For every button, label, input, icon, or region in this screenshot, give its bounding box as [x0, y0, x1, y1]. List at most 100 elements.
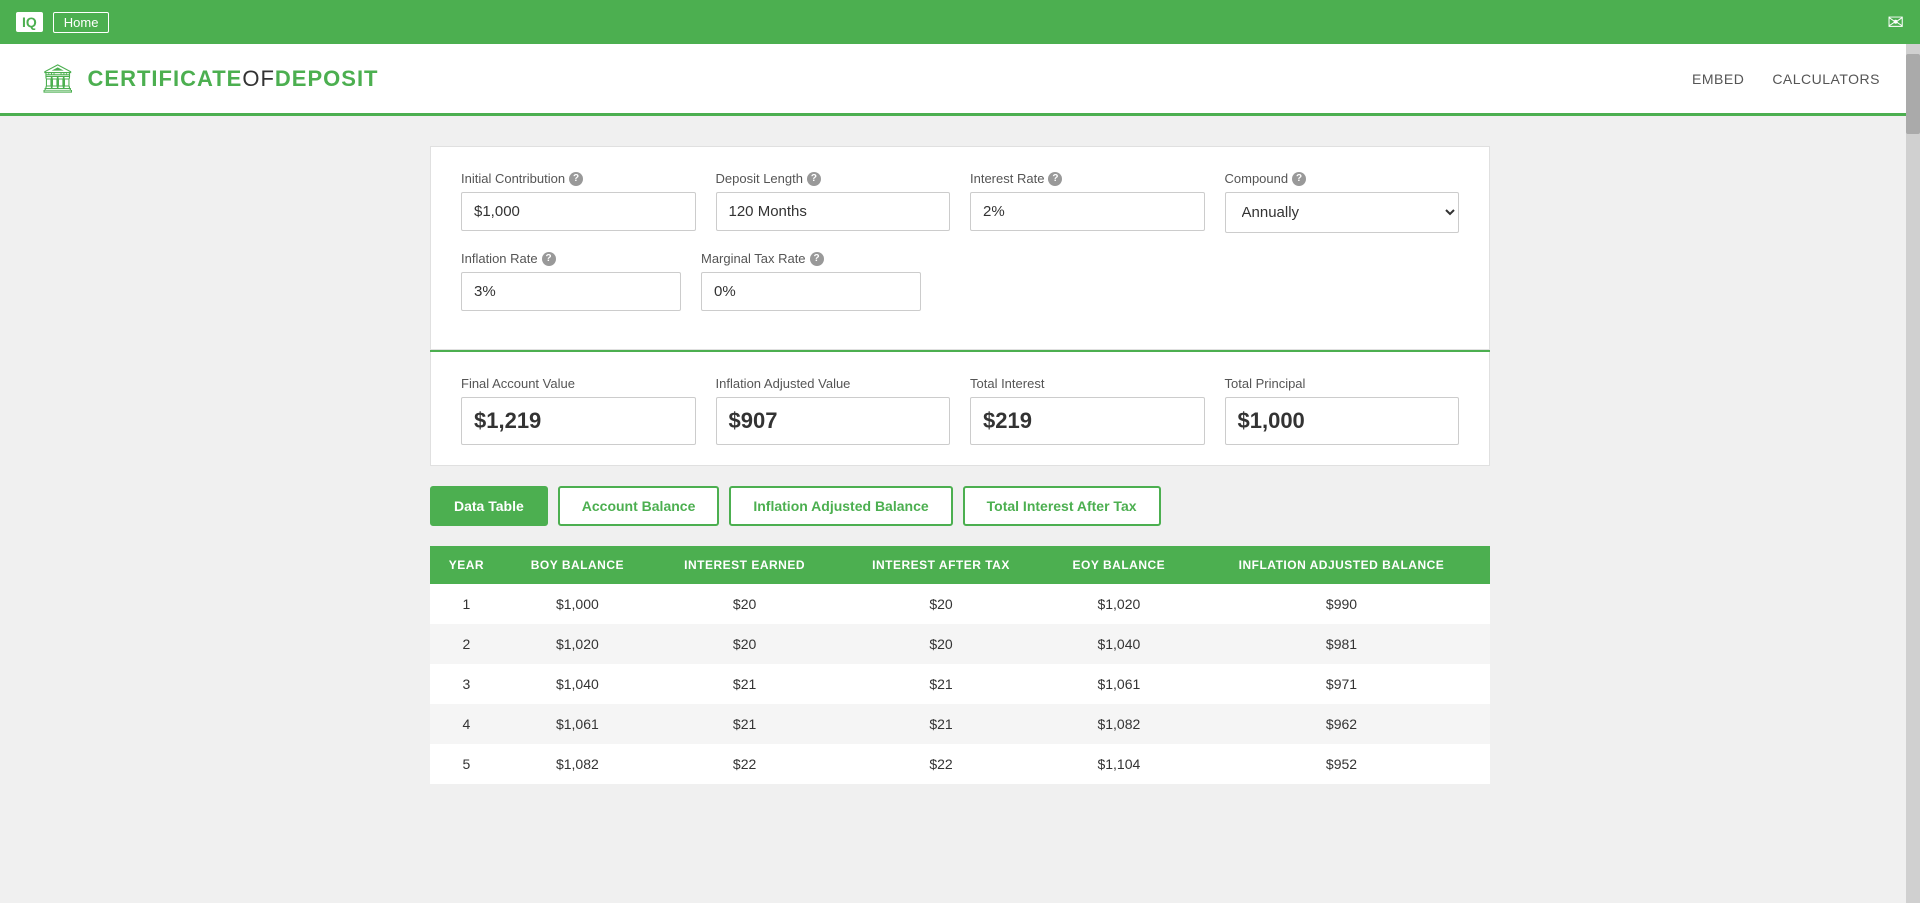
inflation-rate-input[interactable]: [461, 272, 681, 311]
results-section: Final Account Value $1,219 Inflation Adj…: [430, 352, 1490, 466]
compound-label: Compound ?: [1225, 171, 1460, 186]
interest-rate-label: Interest Rate ?: [970, 171, 1205, 186]
col-eoy-balance: EOY BALANCE: [1045, 546, 1193, 584]
table-cell: $1,040: [1045, 624, 1193, 664]
initial-contribution-label: Initial Contribution ?: [461, 171, 696, 186]
total-principal-group: Total Principal $1,000: [1225, 376, 1460, 445]
deposit-length-help[interactable]: ?: [807, 172, 821, 186]
table-cell: $990: [1193, 584, 1490, 624]
total-interest-after-tax-button[interactable]: Total Interest After Tax: [963, 486, 1161, 526]
table-cell: $20: [652, 624, 837, 664]
table-cell: $21: [837, 664, 1045, 704]
initial-contribution-input[interactable]: [461, 192, 696, 231]
table-cell: $1,061: [503, 704, 652, 744]
home-button[interactable]: Home: [53, 12, 110, 33]
table-cell: $1,040: [503, 664, 652, 704]
compound-select[interactable]: Daily Monthly Quarterly Semi-Annually An…: [1225, 192, 1460, 233]
marginal-tax-rate-help[interactable]: ?: [810, 252, 824, 266]
marginal-tax-rate-label: Marginal Tax Rate ?: [701, 251, 921, 266]
table-cell: 5: [430, 744, 503, 784]
inflation-rate-label: Inflation Rate ?: [461, 251, 681, 266]
data-table: YEAR BOY BALANCE INTEREST EARNED INTERES…: [430, 546, 1490, 784]
table-row: 3$1,040$21$21$1,061$971: [430, 664, 1490, 704]
total-interest-group: Total Interest $219: [970, 376, 1205, 445]
total-principal-label: Total Principal: [1225, 376, 1460, 391]
input-row-1: Initial Contribution ? Deposit Length ? …: [461, 171, 1459, 233]
topbar: IQ Home ✉: [0, 0, 1920, 44]
col-inflation-adjusted-balance: INFLATION ADJUSTED BALANCE: [1193, 546, 1490, 584]
table-row: 4$1,061$21$21$1,082$962: [430, 704, 1490, 744]
table-cell: $22: [652, 744, 837, 784]
table-cell: $22: [837, 744, 1045, 784]
input-section: Initial Contribution ? Deposit Length ? …: [430, 146, 1490, 350]
table-cell: 4: [430, 704, 503, 744]
inflation-adjusted-value-group: Inflation Adjusted Value $907: [716, 376, 951, 445]
table-body: 1$1,000$20$20$1,020$9902$1,020$20$20$1,0…: [430, 584, 1490, 784]
final-account-value-label: Final Account Value: [461, 376, 696, 391]
inflation-adjusted-value-label: Inflation Adjusted Value: [716, 376, 951, 391]
header-nav: EMBED CALCULATORS: [1692, 71, 1880, 87]
total-principal: $1,000: [1225, 397, 1460, 445]
table-cell: $1,000: [503, 584, 652, 624]
logo-text: CERTIFICATEOFDEPOSIT: [88, 66, 379, 92]
compound-help[interactable]: ?: [1292, 172, 1306, 186]
interest-rate-input[interactable]: [970, 192, 1205, 231]
table-row: 1$1,000$20$20$1,020$990: [430, 584, 1490, 624]
table-row: 2$1,020$20$20$1,040$981: [430, 624, 1490, 664]
table-header-row: YEAR BOY BALANCE INTEREST EARNED INTERES…: [430, 546, 1490, 584]
total-interest-label: Total Interest: [970, 376, 1205, 391]
data-table-button[interactable]: Data Table: [430, 486, 548, 526]
table-header: YEAR BOY BALANCE INTEREST EARNED INTERES…: [430, 546, 1490, 584]
scrollbar-thumb[interactable]: [1906, 54, 1920, 134]
initial-contribution-help[interactable]: ?: [569, 172, 583, 186]
table-cell: 2: [430, 624, 503, 664]
table-cell: $20: [837, 584, 1045, 624]
compound-group: Compound ? Daily Monthly Quarterly Semi-…: [1225, 171, 1460, 233]
topbar-left: IQ Home: [16, 12, 109, 33]
calculators-link[interactable]: CALCULATORS: [1772, 71, 1880, 87]
inflation-adjusted-balance-button[interactable]: Inflation Adjusted Balance: [729, 486, 952, 526]
results-row: Final Account Value $1,219 Inflation Adj…: [461, 376, 1459, 445]
embed-link[interactable]: EMBED: [1692, 71, 1744, 87]
table-cell: $1,082: [1045, 704, 1193, 744]
header: 🏛 CERTIFICATEOFDEPOSIT EMBED CALCULATORS: [0, 44, 1920, 116]
table-cell: $1,020: [503, 624, 652, 664]
inflation-rate-group: Inflation Rate ?: [461, 251, 681, 311]
iq-logo: IQ: [16, 12, 43, 32]
input-row-2: Inflation Rate ? Marginal Tax Rate ?: [461, 251, 1459, 311]
chart-buttons: Data Table Account Balance Inflation Adj…: [430, 486, 1490, 526]
deposit-length-input[interactable]: [716, 192, 951, 231]
table-cell: $20: [837, 624, 1045, 664]
scrollbar[interactable]: [1906, 44, 1920, 903]
account-balance-button[interactable]: Account Balance: [558, 486, 720, 526]
table-cell: $20: [652, 584, 837, 624]
table-cell: $962: [1193, 704, 1490, 744]
initial-contribution-group: Initial Contribution ?: [461, 171, 696, 233]
bank-icon: 🏛: [40, 62, 76, 95]
table-cell: $1,082: [503, 744, 652, 784]
table-cell: $981: [1193, 624, 1490, 664]
interest-rate-help[interactable]: ?: [1048, 172, 1062, 186]
marginal-tax-rate-group: Marginal Tax Rate ?: [701, 251, 921, 311]
table-row: 5$1,082$22$22$1,104$952: [430, 744, 1490, 784]
deposit-length-group: Deposit Length ?: [716, 171, 951, 233]
final-account-value-group: Final Account Value $1,219: [461, 376, 696, 445]
table-cell: $21: [652, 664, 837, 704]
table-cell: 3: [430, 664, 503, 704]
table-cell: $971: [1193, 664, 1490, 704]
col-interest-earned: INTEREST EARNED: [652, 546, 837, 584]
interest-rate-group: Interest Rate ?: [970, 171, 1205, 233]
table-cell: $21: [652, 704, 837, 744]
email-icon[interactable]: ✉: [1887, 10, 1904, 35]
deposit-length-label: Deposit Length ?: [716, 171, 951, 186]
inflation-adjusted-value: $907: [716, 397, 951, 445]
logo: 🏛 CERTIFICATEOFDEPOSIT: [40, 62, 379, 95]
table-cell: 1: [430, 584, 503, 624]
table-cell: $21: [837, 704, 1045, 744]
col-year: YEAR: [430, 546, 503, 584]
table-cell: $1,061: [1045, 664, 1193, 704]
marginal-tax-rate-input[interactable]: [701, 272, 921, 311]
inflation-rate-help[interactable]: ?: [542, 252, 556, 266]
total-interest: $219: [970, 397, 1205, 445]
main-content: Initial Contribution ? Deposit Length ? …: [410, 116, 1510, 814]
